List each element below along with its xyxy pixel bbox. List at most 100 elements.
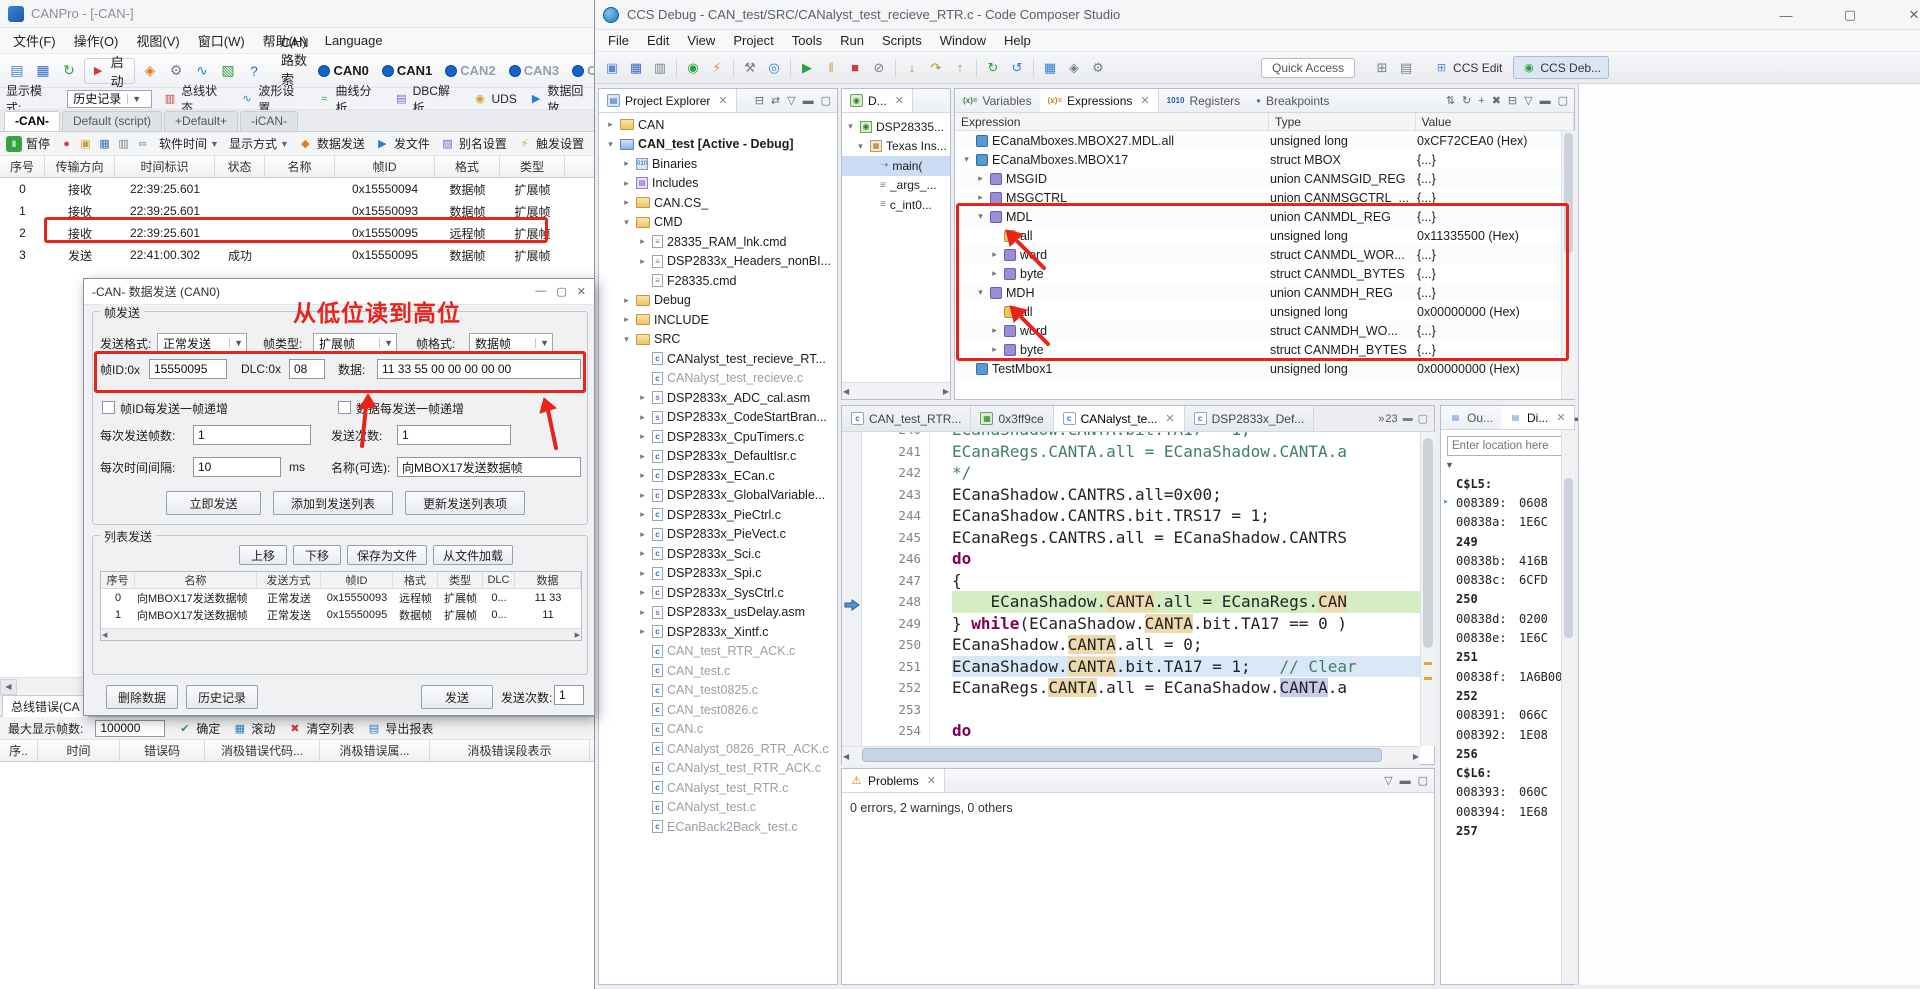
tree-item-CANalyst-0826-RTR-ACK-c[interactable]: c CANalyst_0826_RTR_ACK.c [599, 739, 837, 759]
debug-item-2[interactable]: ▾ ▦ Texas Ins... [842, 137, 950, 157]
tree-item-SRC[interactable]: ▾ SRC [599, 330, 837, 350]
save-icon[interactable]: ▦ [32, 60, 54, 82]
perspective-ccs-debug[interactable]: ◉ CCS Deb... [1513, 56, 1610, 79]
load-from-file-button[interactable]: 从文件加载 [433, 545, 513, 565]
ccs-menu-window[interactable]: Window [931, 30, 995, 51]
copy-icon[interactable]: ▥ [116, 136, 131, 151]
editor-code-area[interactable]: ECanaShadow.CANTA.bit.TA17 = 1;ECanaRegs… [952, 432, 1420, 746]
remove-expression-icon[interactable]: ✖ [1492, 94, 1501, 107]
close-icon[interactable]: ✕ [1556, 411, 1565, 424]
scroll-left-icon[interactable]: ◀ [0, 678, 17, 695]
send-times-input[interactable] [397, 425, 511, 445]
move-up-button[interactable]: 上移 [239, 545, 287, 565]
editor-area-icon[interactable]: ▤ [1395, 57, 1417, 79]
tree-collapsed-icon[interactable]: ▸ [637, 548, 648, 559]
channel-CAN2[interactable]: CAN2 [445, 63, 496, 78]
expression-row-MSGID[interactable]: ▸ MSGID union CANMSGID_REG {...} [955, 169, 1561, 188]
location-dropdown-icon[interactable]: ▼ [1445, 460, 1454, 470]
tree-item-CANalyst-test-recieve-c[interactable]: c CANalyst_test_recieve.c [599, 369, 837, 389]
disassembly-vscrollbar[interactable] [1561, 430, 1575, 984]
delete-data-button[interactable]: 删除数据 [106, 685, 178, 709]
tree-collapsed-icon[interactable]: ▸ [637, 412, 648, 423]
debug-hscrollbar[interactable]: ◀ ▶ [842, 382, 950, 399]
tree-expanded-icon[interactable]: ▾ [621, 217, 632, 228]
undo-icon[interactable]: ↻ [58, 60, 80, 82]
tree-item-CANalyst-test-RTR-ACK-c[interactable]: c CANalyst_test_RTR_ACK.c [599, 759, 837, 779]
tree-collapsed-icon[interactable]: ▸ [637, 236, 648, 247]
tree-collapsed-icon[interactable]: ▸ [621, 314, 632, 325]
save-icon[interactable]: ▦ [97, 136, 112, 151]
editor-tab-CANalyst-te-[interactable]: c CANalyst_te... ✕ [1053, 406, 1185, 431]
dropdown-显示方式[interactable]: 显示方式 ▼ [229, 135, 289, 152]
terminate-icon[interactable]: ■ [844, 57, 866, 79]
update-send-list-button[interactable]: 更新发送列表项 [405, 491, 525, 515]
view-tab--CAN-[interactable]: -CAN- [4, 111, 60, 131]
link-editor-icon[interactable]: ⇄ [771, 94, 780, 107]
debug-item-1[interactable]: ▾ ◉ DSP28335... [842, 117, 950, 137]
tree-collapsed-icon[interactable]: ▸ [637, 529, 648, 540]
tree-collapsed-icon[interactable]: ▸ [637, 490, 648, 501]
tree-item-Binaries[interactable]: ▸ 010 Binaries [599, 154, 837, 174]
editor-tab-overflow[interactable]: » 23 [1378, 413, 1397, 425]
tree-collapsed-icon[interactable]: ▸ [989, 325, 1000, 336]
maximize-icon[interactable]: ▢ [1418, 774, 1428, 787]
editor-tab-0x3ff9ce[interactable]: ▦ 0x3ff9ce [971, 406, 1054, 431]
quick-access-button[interactable]: Quick Access [1261, 57, 1356, 78]
new-file-icon[interactable]: ▤ [6, 60, 28, 82]
history-button[interactable]: 历史记录 [186, 685, 258, 709]
view-menu-icon[interactable]: ▽ [1384, 774, 1392, 787]
collapse-all-icon[interactable]: ⊟ [1508, 94, 1517, 107]
tree-collapsed-icon[interactable]: ▸ [621, 158, 632, 169]
connect-icon[interactable]: ◈ [139, 60, 161, 82]
device-settings-icon[interactable]: ⚙ [165, 60, 187, 82]
tree-expanded-icon[interactable]: ▾ [621, 334, 632, 345]
close-icon[interactable]: ✕ [1165, 412, 1174, 425]
window-maximize-icon[interactable]: ▢ [1832, 3, 1868, 27]
data-increment-checkbox[interactable] [338, 401, 351, 414]
tree-item-CANalyst-test-recieve-RT-[interactable]: c CANalyst_test_recieve_RT... [599, 349, 837, 369]
scroll-right-icon[interactable]: ▶ [1413, 752, 1419, 761]
alias-settings-button[interactable]: ▨ 别名设置 [440, 135, 507, 152]
tree-item-DSP2833x-CpuTimers-c[interactable]: ▸ c DSP2833x_CpuTimers.c [599, 427, 837, 447]
settings-icon[interactable]: ⚙ [1087, 57, 1109, 79]
view-tab--iCAN-[interactable]: -iCAN- [240, 111, 299, 131]
tree-item-CANalyst-test-c[interactable]: c CANalyst_test.c [599, 798, 837, 818]
window-close-icon[interactable]: ✕ [1896, 3, 1920, 27]
add-expression-icon[interactable]: + [1478, 95, 1484, 107]
tree-item-CAN-c[interactable]: c CAN.c [599, 720, 837, 740]
frame-table-row[interactable]: 2 接收 22:39:25.601 0x15550095 远程帧 扩展帧 [0, 222, 594, 244]
clear-list-button[interactable]: ✖ 清空列表 [287, 720, 354, 737]
tree-item-DSP2833x-ADC-cal-asm[interactable]: ▸ s DSP2833x_ADC_cal.asm [599, 388, 837, 408]
maximize-icon[interactable]: ▢ [821, 94, 831, 107]
scroll-left-icon[interactable]: ◀ [102, 631, 107, 639]
view-menu-icon[interactable]: ▽ [1524, 94, 1532, 107]
debug-item-5[interactable]: ≡ c_int0... [842, 195, 950, 215]
view-maximize-icon[interactable]: ▢ [1418, 412, 1428, 425]
dropdown-软件时间[interactable]: 软件时间 ▼ [159, 135, 219, 152]
editor-vscrollbar[interactable] [1420, 432, 1435, 746]
debug-item-3[interactable]: ➝ main( [842, 156, 950, 176]
build-icon[interactable]: ⚒ [739, 57, 761, 79]
menu-item-6[interactable]: Language [316, 28, 392, 53]
data-send-button[interactable]: ◆ 数据发送 [298, 135, 365, 152]
tree-item-28335-RAM-lnk-cmd[interactable]: ▸ ≡ 28335_RAM_lnk.cmd [599, 232, 837, 252]
ccs-menu-tools[interactable]: Tools [783, 30, 831, 51]
statistics-icon[interactable]: ▧ [217, 60, 239, 82]
frame-id-input[interactable] [149, 359, 227, 379]
channel-CAN1[interactable]: CAN1 [381, 63, 432, 78]
ccs-menu-edit[interactable]: Edit [638, 30, 678, 51]
tree-collapsed-icon[interactable]: ▸ [621, 178, 632, 189]
tree-collapsed-icon[interactable]: ▸ [637, 470, 648, 481]
show-types-icon[interactable]: ⇅ [1446, 94, 1455, 107]
step-into-icon[interactable]: ↓ [901, 57, 923, 79]
view-minimize-icon[interactable]: ▬ [1403, 413, 1413, 424]
menu-item-1[interactable]: 文件(F) [4, 28, 65, 53]
uds-button[interactable]: ◉ UDS [472, 91, 517, 106]
dialog-minimize-icon[interactable]: — [535, 285, 546, 298]
frame-table-row[interactable]: 1 接收 22:39:25.601 0x15550093 数据帧 扩展帧 [0, 200, 594, 222]
link-icon[interactable]: ∞ [135, 136, 150, 151]
send-list-row[interactable]: 0 向MBOX17发送数据帧 正常发送 0x15550093 远程帧 扩展帧 0... 11 … [101, 589, 581, 606]
perspective-ccs-edit[interactable]: ⊞ CCS Edit [1427, 57, 1509, 78]
restart-icon[interactable]: ↻ [982, 57, 1004, 79]
minimize-icon[interactable]: ▬ [1540, 95, 1551, 107]
